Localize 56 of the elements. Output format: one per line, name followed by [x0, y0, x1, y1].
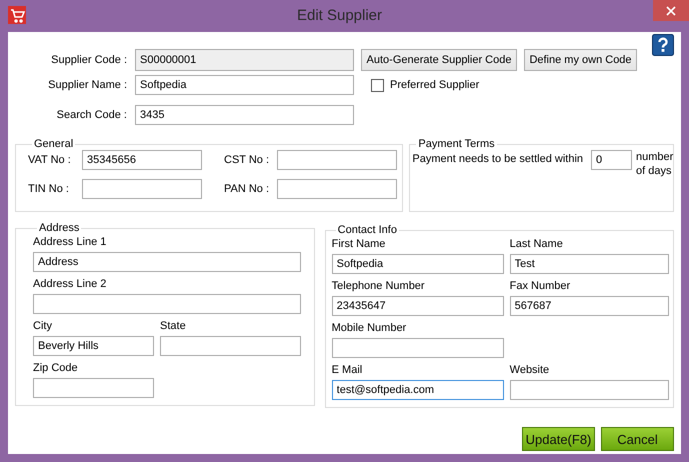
input-field[interactable]: [82, 179, 202, 199]
field-label: Mobile Number: [332, 321, 408, 336]
input-field[interactable]: test@softpedia.com: [332, 380, 504, 400]
input-field[interactable]: Softpedia: [135, 75, 354, 95]
group-title: Payment Terms: [417, 138, 496, 150]
input-field[interactable]: Test: [510, 254, 669, 274]
field-label: E Mail: [332, 363, 364, 378]
field-label: Telephone Number: [332, 279, 426, 294]
field-label: Website: [510, 363, 550, 378]
field-label: Search Code :: [56, 109, 127, 121]
field-label: State: [160, 319, 187, 334]
input-field[interactable]: 567687: [510, 296, 669, 316]
field-label: Supplier Name :: [47, 79, 127, 91]
field-label: VAT No :: [28, 154, 72, 166]
help-icon[interactable]: [652, 34, 674, 56]
input-field[interactable]: 23435647: [332, 296, 504, 316]
field-label: Address Line 2: [33, 277, 108, 292]
days-label: number of days: [636, 150, 674, 178]
field-label: City: [33, 319, 53, 334]
code-button[interactable]: Define my own Code: [524, 49, 637, 71]
input-field[interactable]: Beverly Hills: [33, 336, 154, 356]
field-label: Last Name: [510, 237, 564, 252]
window-title: Edit Supplier: [296, 7, 384, 24]
action-button[interactable]: Cancel: [601, 427, 674, 451]
field-label: First Name: [332, 237, 386, 252]
input-field[interactable]: [277, 179, 397, 199]
group-title: General: [33, 138, 74, 150]
input-field[interactable]: [33, 378, 154, 398]
group-title: Contact Info: [336, 224, 398, 236]
input-field[interactable]: 35345656: [82, 150, 202, 170]
input-field[interactable]: [33, 294, 301, 314]
field-label: TIN No :: [28, 183, 70, 195]
input-field[interactable]: [332, 338, 504, 358]
input-field[interactable]: 0: [591, 150, 632, 170]
preferred-checkbox[interactable]: [371, 78, 384, 92]
input-field[interactable]: [510, 380, 669, 400]
field-label: Fax Number: [510, 279, 572, 294]
input-field[interactable]: Address: [33, 252, 301, 272]
field-label: Zip Code: [33, 361, 79, 376]
close-button[interactable]: [653, 0, 689, 21]
field-label: Address Line 1: [33, 235, 108, 250]
field-label: PAN No :: [224, 183, 270, 195]
input-field[interactable]: Softpedia: [332, 254, 504, 274]
input-field[interactable]: 3435: [135, 105, 354, 125]
checkbox-label: Preferred Supplier: [390, 79, 480, 91]
payment-terms-text: Payment needs to be settled within: [412, 153, 584, 165]
input-field[interactable]: [277, 150, 397, 170]
cart-icon: [8, 6, 26, 24]
field-label: CST No :: [224, 154, 270, 166]
field-label: Supplier Code :: [50, 54, 127, 66]
group-title: Address: [38, 222, 80, 234]
code-button[interactable]: Auto-Generate Supplier Code: [361, 49, 517, 71]
action-button[interactable]: Update(F8): [522, 427, 595, 451]
input-field[interactable]: [160, 336, 301, 356]
close-icon: [666, 6, 676, 16]
input-field[interactable]: S00000001: [135, 49, 354, 71]
